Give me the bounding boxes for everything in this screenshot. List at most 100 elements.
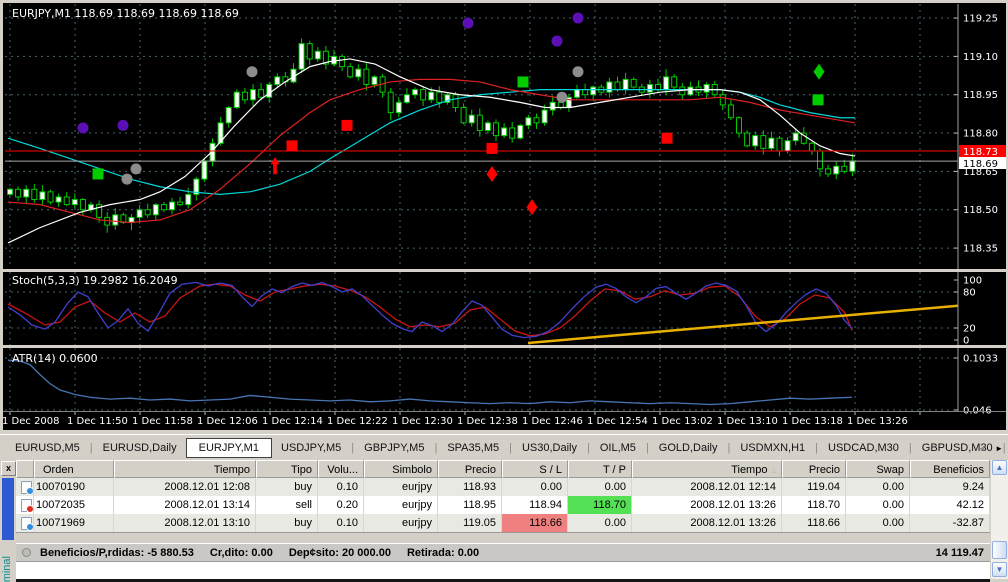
chart-tab-usdmxn-h1[interactable]: USDMXN,H1 — [731, 439, 814, 457]
col-simbolo[interactable]: Simbolo — [364, 460, 438, 478]
svg-text:1 Dec 13:10: 1 Dec 13:10 — [717, 416, 778, 427]
col-tp[interactable]: T / P — [568, 460, 632, 478]
svg-text:118.95: 118.95 — [963, 90, 998, 101]
price-chart[interactable]: 119.25119.10118.95118.80118.65118.50118.… — [0, 0, 1008, 434]
tp-cell-hit: 118.70 — [568, 496, 632, 514]
profit-cell: 42.12 — [910, 496, 990, 514]
chart-tab-oil-m5[interactable]: OIL,M5 — [591, 439, 645, 457]
open-time-cell: 2008.12.01 13:10 — [114, 514, 256, 532]
col-sl[interactable]: S / L — [502, 460, 568, 478]
col-volumen[interactable]: Volu... — [318, 460, 364, 478]
order-row[interactable]: 10072035 2008.12.01 13:14 sell 0.20 eurj… — [16, 496, 990, 514]
chart-symbol-title: EURJPY,M1 118.69 118.69 118.69 118.69 — [12, 7, 239, 20]
profit-cell: -32.87 — [910, 514, 990, 532]
tab-scroll-left-button[interactable]: ◄ — [978, 444, 986, 453]
svg-text:1 Dec 12:38: 1 Dec 12:38 — [457, 416, 518, 427]
chart-tab-spa35-m5[interactable]: SPA35,M5 — [438, 439, 508, 457]
open-time-cell: 2008.12.01 13:14 — [114, 496, 256, 514]
close-time-cell: 2008.12.01 12:14 — [632, 478, 782, 496]
svg-text:1 Dec 13:26: 1 Dec 13:26 — [847, 416, 908, 427]
open-price-cell: 118.93 — [438, 478, 502, 496]
open-time-cell: 2008.12.01 12:08 — [114, 478, 256, 496]
scroll-down-button[interactable]: ▼ — [992, 562, 1007, 577]
chart-tab-gold-daily[interactable]: GOLD,Daily — [650, 439, 727, 457]
sl-cell: 0.00 — [502, 478, 568, 496]
swap-cell: 0.00 — [846, 478, 910, 496]
type-cell: buy — [256, 514, 318, 532]
bid-price-tag: 118.69 — [959, 157, 1006, 170]
buy-order-icon — [21, 481, 32, 494]
svg-text:118.69: 118.69 — [963, 159, 998, 170]
col-precio[interactable]: Precio — [438, 460, 502, 478]
chart-tab-gbpjpy-m5[interactable]: GBPJPY,M5 — [355, 439, 433, 457]
pane-splitter[interactable] — [3, 345, 1006, 348]
chart-tab-usdcad-m30[interactable]: USDCAD,M30 — [819, 439, 908, 457]
symbol-cell: eurjpy — [364, 496, 438, 514]
col-precio-cierre[interactable]: Precio — [782, 460, 846, 478]
svg-text:1 Dec 12:22: 1 Dec 12:22 — [327, 416, 388, 427]
close-price-cell: 118.66 — [782, 514, 846, 532]
svg-text:1 Dec 12:30: 1 Dec 12:30 — [392, 416, 453, 427]
sl-cell: 118.94 — [502, 496, 568, 514]
terminal-empty-area — [16, 562, 990, 579]
col-tiempo-cierre[interactable]: Tiempo▵ — [632, 460, 782, 478]
tp-cell: 0.00 — [568, 514, 632, 532]
deposit-total: Dep¢sito: 20 000.00 — [289, 547, 391, 559]
close-time-cell: 2008.12.01 13:26 — [632, 514, 782, 532]
terminal-tab-indicator — [2, 478, 14, 540]
svg-text:118.50: 118.50 — [963, 205, 998, 216]
close-terminal-button[interactable]: x — [1, 461, 16, 476]
swap-cell: 0.00 — [846, 514, 910, 532]
volume-cell: 0.10 — [318, 478, 364, 496]
profit-cell: 9.24 — [910, 478, 990, 496]
scroll-up-button[interactable]: ▲ — [992, 460, 1007, 475]
mt4-terminal-window: 119.25119.10118.95118.80118.65118.50118.… — [0, 0, 1008, 582]
volume-cell: 0.10 — [318, 514, 364, 532]
tab-scroll-right-button[interactable]: ► — [995, 444, 1003, 453]
open-price-cell: 119.05 — [438, 514, 502, 532]
col-beneficios[interactable]: Beneficios — [910, 460, 990, 478]
sort-ascending-icon: ▵ — [771, 465, 776, 475]
col-tipo[interactable]: Tipo — [256, 460, 318, 478]
terminal-scrollbar[interactable]: ▲ ▼ — [991, 460, 1008, 579]
volume-cell: 0.20 — [318, 496, 364, 514]
sl-cell-hit: 118.66 — [502, 514, 568, 532]
tp-cell: 0.00 — [568, 478, 632, 496]
symbol-cell: eurjpy — [364, 514, 438, 532]
svg-text:118.80: 118.80 — [963, 129, 998, 140]
svg-text:0: 0 — [963, 336, 969, 347]
chart-tab-eurjpy-m1[interactable]: EURJPY,M1 — [186, 438, 272, 458]
type-cell: buy — [256, 478, 318, 496]
sell-order-icon — [21, 499, 32, 512]
chart-background — [3, 3, 1006, 430]
chart-tab-eurusd-m5[interactable]: EURUSD,M5 — [6, 439, 89, 457]
order-row[interactable]: 10070190 2008.12.01 12:08 buy 0.10 eurjp… — [16, 478, 990, 496]
svg-text:119.25: 119.25 — [963, 14, 998, 25]
chart-tabs: EURUSD,M5|EURUSD,DailyEURJPY,M1USDJPY,M5… — [6, 438, 1008, 458]
svg-text:20: 20 — [963, 324, 976, 335]
credit-total: Cr,dito: 0.00 — [210, 547, 273, 559]
terminal-vertical-tab[interactable]: minal — [1, 556, 13, 582]
terminal-panel: x minal Orden Tiempo Tipo Volu... Simbol… — [0, 460, 1008, 582]
svg-text:100: 100 — [963, 276, 982, 287]
order-row[interactable]: 10071969 2008.12.01 13:10 buy 0.10 eurjp… — [16, 514, 990, 532]
svg-text:0.046: 0.046 — [963, 405, 992, 416]
svg-text:1 Dec 12:46: 1 Dec 12:46 — [522, 416, 583, 427]
svg-text:0.1033: 0.1033 — [963, 354, 998, 365]
col-orden[interactable]: Orden — [34, 460, 114, 478]
scrollbar-thumb[interactable] — [992, 541, 1007, 559]
chart-tab-eurusd-daily[interactable]: EURUSD,Daily — [94, 439, 186, 457]
svg-text:80: 80 — [963, 288, 976, 299]
order-id-cell: 10070190 — [34, 478, 114, 496]
chart-tab-usdjpy-m5[interactable]: USDJPY,M5 — [272, 439, 350, 457]
col-tiempo[interactable]: Tiempo — [114, 460, 256, 478]
col-swap[interactable]: Swap — [846, 460, 910, 478]
type-cell: sell — [256, 496, 318, 514]
svg-text:1 Dec 12:14: 1 Dec 12:14 — [262, 416, 323, 427]
ask-price-tag: 118.73 — [959, 145, 1006, 158]
svg-text:1 Dec 12:06: 1 Dec 12:06 — [197, 416, 258, 427]
tab-scroll-arrows: ◄ ► — [978, 444, 1003, 453]
chart-tab-us30-daily[interactable]: US30,Daily — [513, 439, 586, 457]
svg-text:1 Dec 11:50: 1 Dec 11:50 — [67, 416, 128, 427]
pane-splitter[interactable] — [3, 269, 1006, 272]
